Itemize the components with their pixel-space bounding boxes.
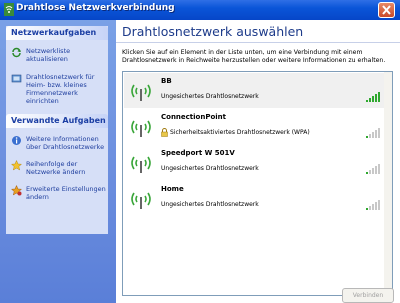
signal-strength bbox=[366, 92, 382, 102]
signal-bar bbox=[366, 172, 368, 174]
task-refresh-list[interactable]: Netzwerkliste aktualisieren bbox=[6, 47, 108, 63]
wireless-network-icon bbox=[131, 156, 151, 173]
network-list[interactable]: BB Ungesichertes Drahtlosnetzwerk Connec… bbox=[122, 71, 386, 296]
network-security: Ungesichertes Drahtlosnetzwerk bbox=[161, 201, 259, 208]
task-label: Erweiterte Einstellungen ändern bbox=[26, 185, 106, 201]
star-icon bbox=[11, 160, 22, 171]
wireless-network-icon bbox=[131, 192, 151, 209]
signal-bar bbox=[375, 202, 377, 210]
task-sidebar: Netzwerkaufgaben Netzwerkliste aktualisi… bbox=[0, 20, 116, 303]
panel-title[interactable]: Netzwerkaufgaben bbox=[6, 26, 108, 40]
related-tasks-panel: Verwandte Aufgaben Weitere Informationen… bbox=[6, 114, 108, 234]
signal-bar bbox=[378, 92, 380, 102]
info-icon bbox=[12, 136, 21, 145]
network-name: BB bbox=[161, 77, 172, 85]
wireless-network-icon bbox=[131, 84, 151, 101]
signal-bar bbox=[378, 128, 380, 138]
panel-title[interactable]: Verwandte Aufgaben bbox=[6, 114, 108, 128]
signal-strength bbox=[366, 128, 382, 138]
signal-bar bbox=[366, 208, 368, 210]
signal-strength bbox=[366, 164, 382, 174]
task-setup-network[interactable]: Drahtlosnetzwerk für Heim- bzw. kleines … bbox=[6, 73, 108, 105]
signal-bar bbox=[369, 98, 371, 102]
wireless-network-window: Drahtlose Netzwerkverbindung Netzwerkauf… bbox=[0, 0, 400, 303]
wireless-icon bbox=[4, 3, 14, 16]
signal-bar bbox=[369, 170, 371, 174]
network-list-scrollbar[interactable] bbox=[384, 71, 393, 296]
signal-bar bbox=[366, 136, 368, 138]
main-content: Drahtlosnetzwerk auswählen Klicken Sie a… bbox=[116, 20, 400, 303]
task-advanced-settings[interactable]: Erweiterte Einstellungen ändern bbox=[6, 185, 108, 201]
task-label: Reihenfolge der Netzwerke ändern bbox=[26, 160, 86, 176]
refresh-icon bbox=[12, 47, 21, 58]
network-item-speedport[interactable]: Speedport W 501V Ungesichertes Drahtlosn… bbox=[124, 145, 384, 180]
signal-bar bbox=[378, 164, 380, 174]
connect-button[interactable]: Verbinden bbox=[342, 288, 394, 303]
lock-icon bbox=[161, 128, 168, 137]
signal-bar bbox=[375, 166, 377, 174]
signal-bar bbox=[372, 132, 374, 138]
network-security: Ungesichertes Drahtlosnetzwerk bbox=[161, 93, 259, 100]
wireless-network-icon bbox=[131, 120, 151, 137]
window-title: Drahtlose Netzwerkverbindung bbox=[16, 3, 175, 13]
settings-icon bbox=[11, 185, 22, 196]
network-security: Sicherheitsaktiviertes Drahtlosnetzwerk … bbox=[170, 129, 310, 136]
instructions-text: Klicken Sie auf ein Element in der Liste… bbox=[122, 49, 386, 64]
network-name: Home bbox=[161, 185, 184, 193]
network-setup-icon bbox=[11, 74, 22, 83]
network-tasks-panel: Netzwerkaufgaben Netzwerkliste aktualisi… bbox=[6, 26, 108, 114]
task-network-order[interactable]: Reihenfolge der Netzwerke ändern bbox=[6, 160, 108, 176]
task-more-info[interactable]: Weitere Informationen über Drahtlosnetzw… bbox=[6, 135, 108, 151]
signal-bar bbox=[369, 134, 371, 138]
signal-bar bbox=[375, 130, 377, 138]
task-label: Weitere Informationen über Drahtlosnetzw… bbox=[26, 135, 105, 151]
signal-bar bbox=[378, 200, 380, 210]
page-title: Drahtlosnetzwerk auswählen bbox=[122, 24, 304, 39]
title-bar[interactable]: Drahtlose Netzwerkverbindung bbox=[0, 0, 400, 20]
network-item-bb[interactable]: BB Ungesichertes Drahtlosnetzwerk bbox=[124, 73, 384, 108]
signal-strength bbox=[366, 200, 382, 210]
signal-bar bbox=[375, 94, 377, 102]
divider bbox=[116, 42, 400, 43]
signal-bar bbox=[372, 96, 374, 102]
close-icon bbox=[382, 5, 391, 15]
task-label: Drahtlosnetzwerk für Heim- bzw. kleines … bbox=[26, 73, 95, 105]
signal-bar bbox=[366, 100, 368, 102]
network-name: ConnectionPoint bbox=[161, 113, 227, 121]
signal-bar bbox=[372, 168, 374, 174]
network-item-connectionpoint[interactable]: ConnectionPoint Sicherheitsaktiviertes D… bbox=[124, 109, 384, 144]
network-security: Ungesichertes Drahtlosnetzwerk bbox=[161, 165, 259, 172]
signal-bar bbox=[372, 204, 374, 210]
task-label: Netzwerkliste aktualisieren bbox=[26, 47, 71, 63]
close-button[interactable] bbox=[378, 2, 395, 18]
network-name: Speedport W 501V bbox=[161, 149, 235, 157]
network-item-home[interactable]: Home Ungesichertes Drahtlosnetzwerk bbox=[124, 181, 384, 216]
signal-bar bbox=[369, 206, 371, 210]
